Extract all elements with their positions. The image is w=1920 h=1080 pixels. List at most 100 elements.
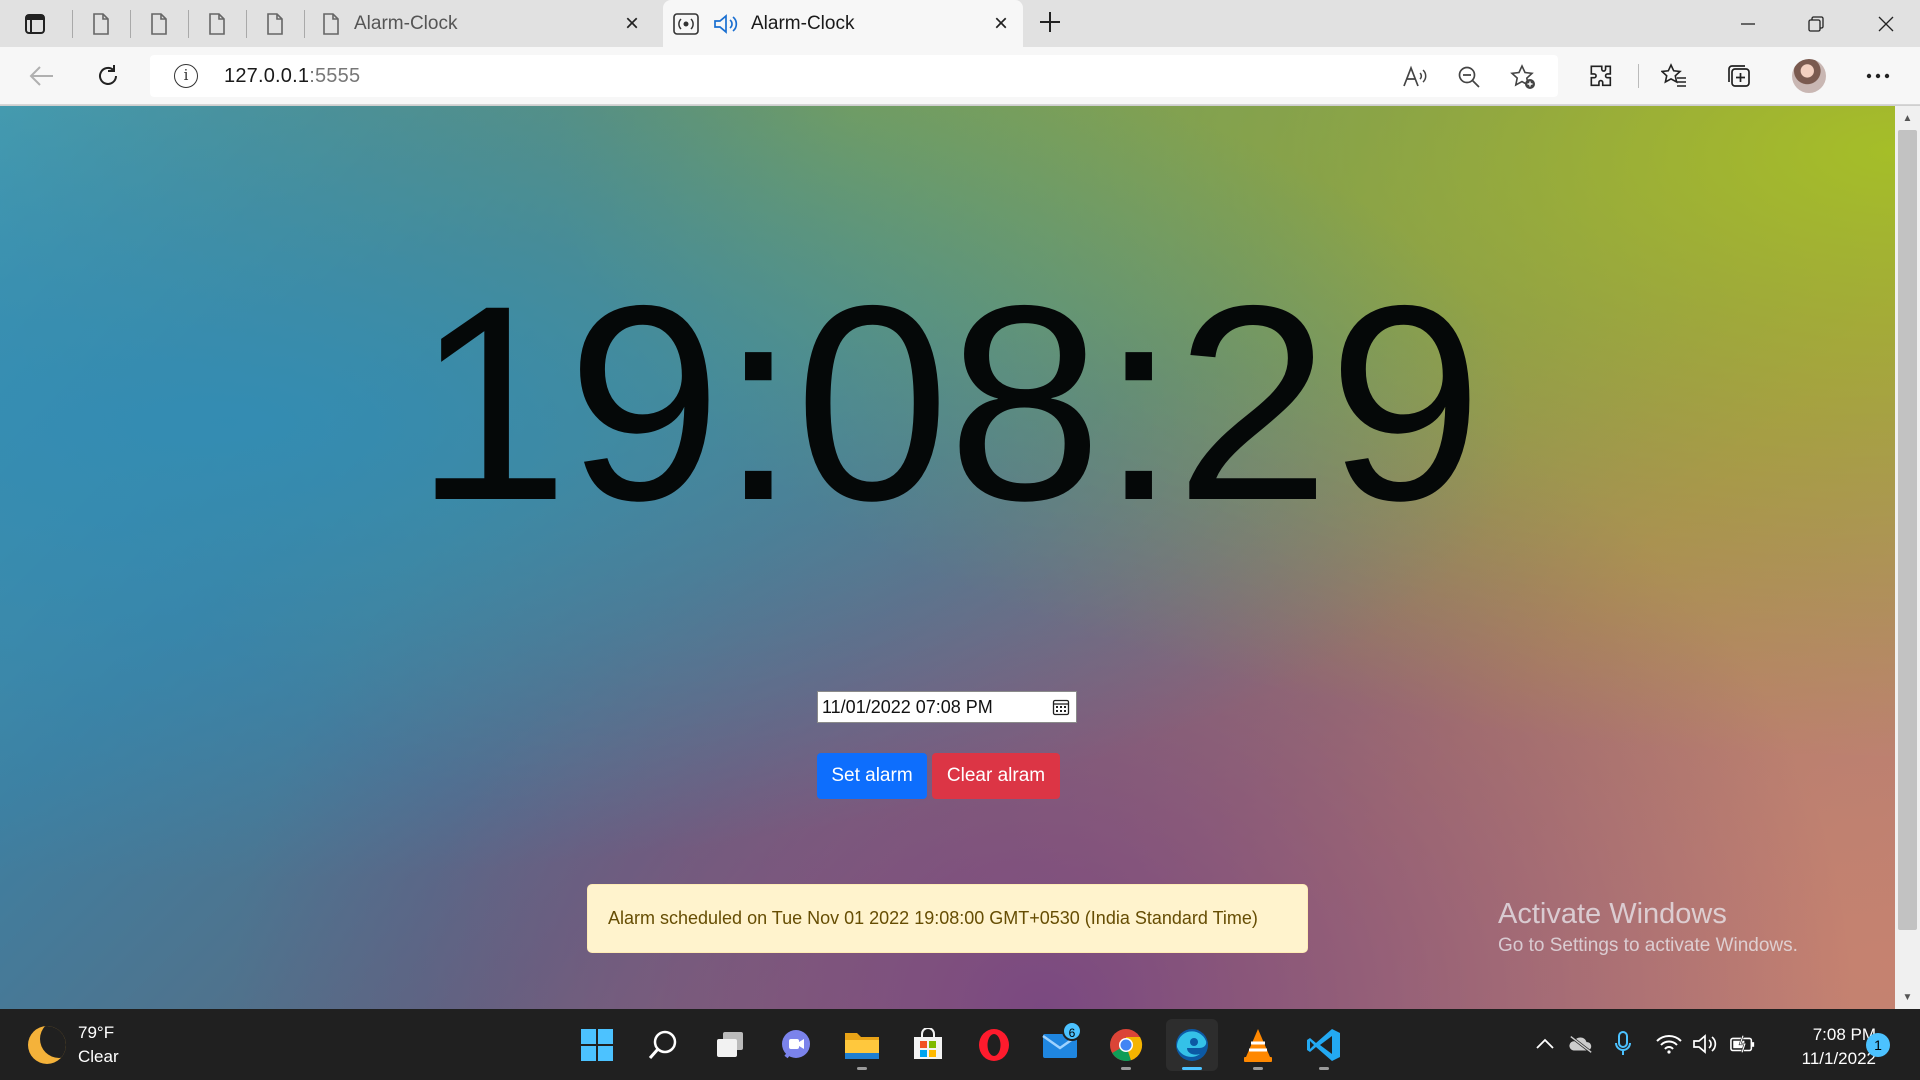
tab-actions-icon[interactable] (19, 8, 51, 40)
watermark-subtitle: Go to Settings to activate Windows. (1498, 935, 1798, 956)
search-button[interactable] (637, 1019, 689, 1071)
tab-3[interactable] (189, 0, 245, 47)
favorites-button[interactable] (1658, 60, 1690, 92)
alert-text: Alarm scheduled on Tue Nov 01 2022 19:08… (608, 908, 1258, 928)
tab-alarm-clock-1[interactable]: Alarm-Clock × (312, 0, 654, 47)
file-explorer-button[interactable] (836, 1019, 888, 1071)
moon-icon (28, 1026, 66, 1064)
more-icon (1866, 73, 1890, 79)
system-clock[interactable]: 7:08 PM 11/1/2022 (1770, 1023, 1876, 1071)
extensions-button[interactable] (1585, 60, 1617, 92)
refresh-icon (99, 65, 117, 85)
page-icon (151, 12, 167, 35)
alarm-datetime-input[interactable]: 11/01/2022 07:08 PM (817, 691, 1077, 723)
mail-badge: 6 (1062, 1021, 1082, 1041)
scroll-thumb[interactable] (1898, 130, 1917, 930)
show-hidden-icons-chevron-icon[interactable] (1532, 1031, 1558, 1057)
chrome-icon (1110, 1029, 1143, 1061)
add-favorite-icon[interactable] (1510, 64, 1536, 90)
active-indicator (1182, 1067, 1202, 1070)
mail-button[interactable]: 6 (1034, 1019, 1086, 1071)
activate-windows-watermark: Activate Windows Go to Settings to activ… (1498, 898, 1798, 957)
scroll-down-arrow-icon[interactable]: ▼ (1895, 987, 1920, 1007)
clear-alarm-button[interactable]: Clear alram (932, 753, 1060, 799)
opera-icon (979, 1029, 1009, 1061)
running-indicator (857, 1067, 867, 1070)
info-icon[interactable]: i (174, 64, 198, 88)
favorites-icon (1661, 63, 1686, 87)
url-text[interactable]: 127.0.0.1:5555 (224, 65, 360, 88)
restore-icon (1808, 15, 1824, 32)
task-view-button[interactable] (704, 1019, 756, 1071)
back-button[interactable] (26, 60, 58, 92)
battery-charging-icon[interactable] (1730, 1031, 1756, 1057)
microsoft-store-button[interactable] (902, 1019, 954, 1071)
running-indicator (1253, 1067, 1263, 1070)
settings-more-button[interactable] (1862, 60, 1894, 92)
weather-desc: Clear (78, 1047, 119, 1066)
close-icon[interactable]: × (620, 10, 644, 37)
address-bar[interactable]: i 127.0.0.1:5555 (150, 55, 1558, 97)
weather-widget[interactable]: 79°F Clear (28, 1021, 119, 1069)
browser-toolbar: i 127.0.0.1:5555 (0, 47, 1920, 105)
back-arrow-icon (29, 66, 53, 86)
alarm-status-alert: Alarm scheduled on Tue Nov 01 2022 19:08… (587, 884, 1308, 953)
tray-time: 7:08 PM (1812, 1025, 1876, 1044)
opera-button[interactable] (968, 1019, 1020, 1071)
notification-badge[interactable]: 1 (1866, 1033, 1890, 1057)
extensions-icon (1590, 65, 1612, 87)
window-close-button[interactable] (1858, 0, 1914, 47)
minimize-icon (1741, 22, 1755, 25)
volume-icon[interactable] (1692, 1031, 1718, 1057)
minimize-button[interactable] (1720, 0, 1776, 47)
weather-temp: 79°F (78, 1023, 115, 1042)
vscode-button[interactable] (1298, 1019, 1350, 1071)
zoom-out-icon[interactable] (1456, 64, 1482, 90)
tray-date: 11/1/2022 (1801, 1049, 1876, 1068)
new-tab-button[interactable] (1034, 8, 1066, 40)
watermark-title: Activate Windows (1498, 898, 1727, 930)
windows-icon (581, 1029, 613, 1061)
tab-2[interactable] (131, 0, 187, 47)
refresh-button[interactable] (92, 60, 124, 92)
tab-alarm-clock-active[interactable]: Alarm-Clock × (663, 0, 1023, 47)
edge-icon (1176, 1029, 1208, 1061)
tab-label: Alarm-Clock (354, 12, 458, 34)
collections-button[interactable] (1723, 60, 1755, 92)
search-icon (648, 1030, 677, 1059)
tab-4[interactable] (247, 0, 303, 47)
onedrive-offline-icon[interactable] (1568, 1031, 1594, 1057)
vscode-icon (1307, 1029, 1340, 1061)
restore-button[interactable] (1788, 0, 1844, 47)
set-alarm-button[interactable]: Set alarm (817, 753, 927, 799)
page-icon (267, 12, 283, 35)
page-icon (209, 12, 225, 35)
close-icon[interactable]: × (989, 10, 1013, 37)
url-port: :5555 (309, 65, 361, 87)
page-icon (93, 12, 109, 35)
url-host: 127.0.0.1 (224, 65, 310, 87)
running-indicator (1121, 1067, 1131, 1070)
audio-playing-icon[interactable] (713, 13, 739, 35)
wifi-icon[interactable] (1656, 1031, 1682, 1057)
broadcast-icon (673, 12, 699, 35)
start-button[interactable] (571, 1019, 623, 1071)
windows-taskbar: 79°F Clear 6 7:08 PM 11/1/2022 1 (0, 1009, 1920, 1080)
chrome-button[interactable] (1100, 1019, 1152, 1071)
calendar-icon[interactable] (1052, 698, 1070, 716)
tab-1[interactable] (73, 0, 129, 47)
teams-chat-button[interactable] (770, 1019, 822, 1071)
edge-button[interactable] (1166, 1019, 1218, 1071)
page-scrollbar[interactable]: ▲ ▼ (1895, 106, 1920, 1009)
microphone-icon[interactable] (1610, 1031, 1636, 1057)
vlc-icon (1244, 1029, 1272, 1062)
task-view-icon (717, 1032, 743, 1057)
tab-label: Alarm-Clock (751, 12, 855, 34)
profile-avatar[interactable] (1792, 59, 1826, 93)
scroll-up-arrow-icon[interactable]: ▲ (1895, 108, 1920, 128)
folder-icon (845, 1033, 879, 1059)
alarm-clock-page: 19:08:29 11/01/2022 07:08 PM Set alarm C… (0, 106, 1895, 1009)
plus-icon (1040, 12, 1060, 32)
read-aloud-icon[interactable] (1402, 64, 1428, 90)
vlc-button[interactable] (1232, 1019, 1284, 1071)
